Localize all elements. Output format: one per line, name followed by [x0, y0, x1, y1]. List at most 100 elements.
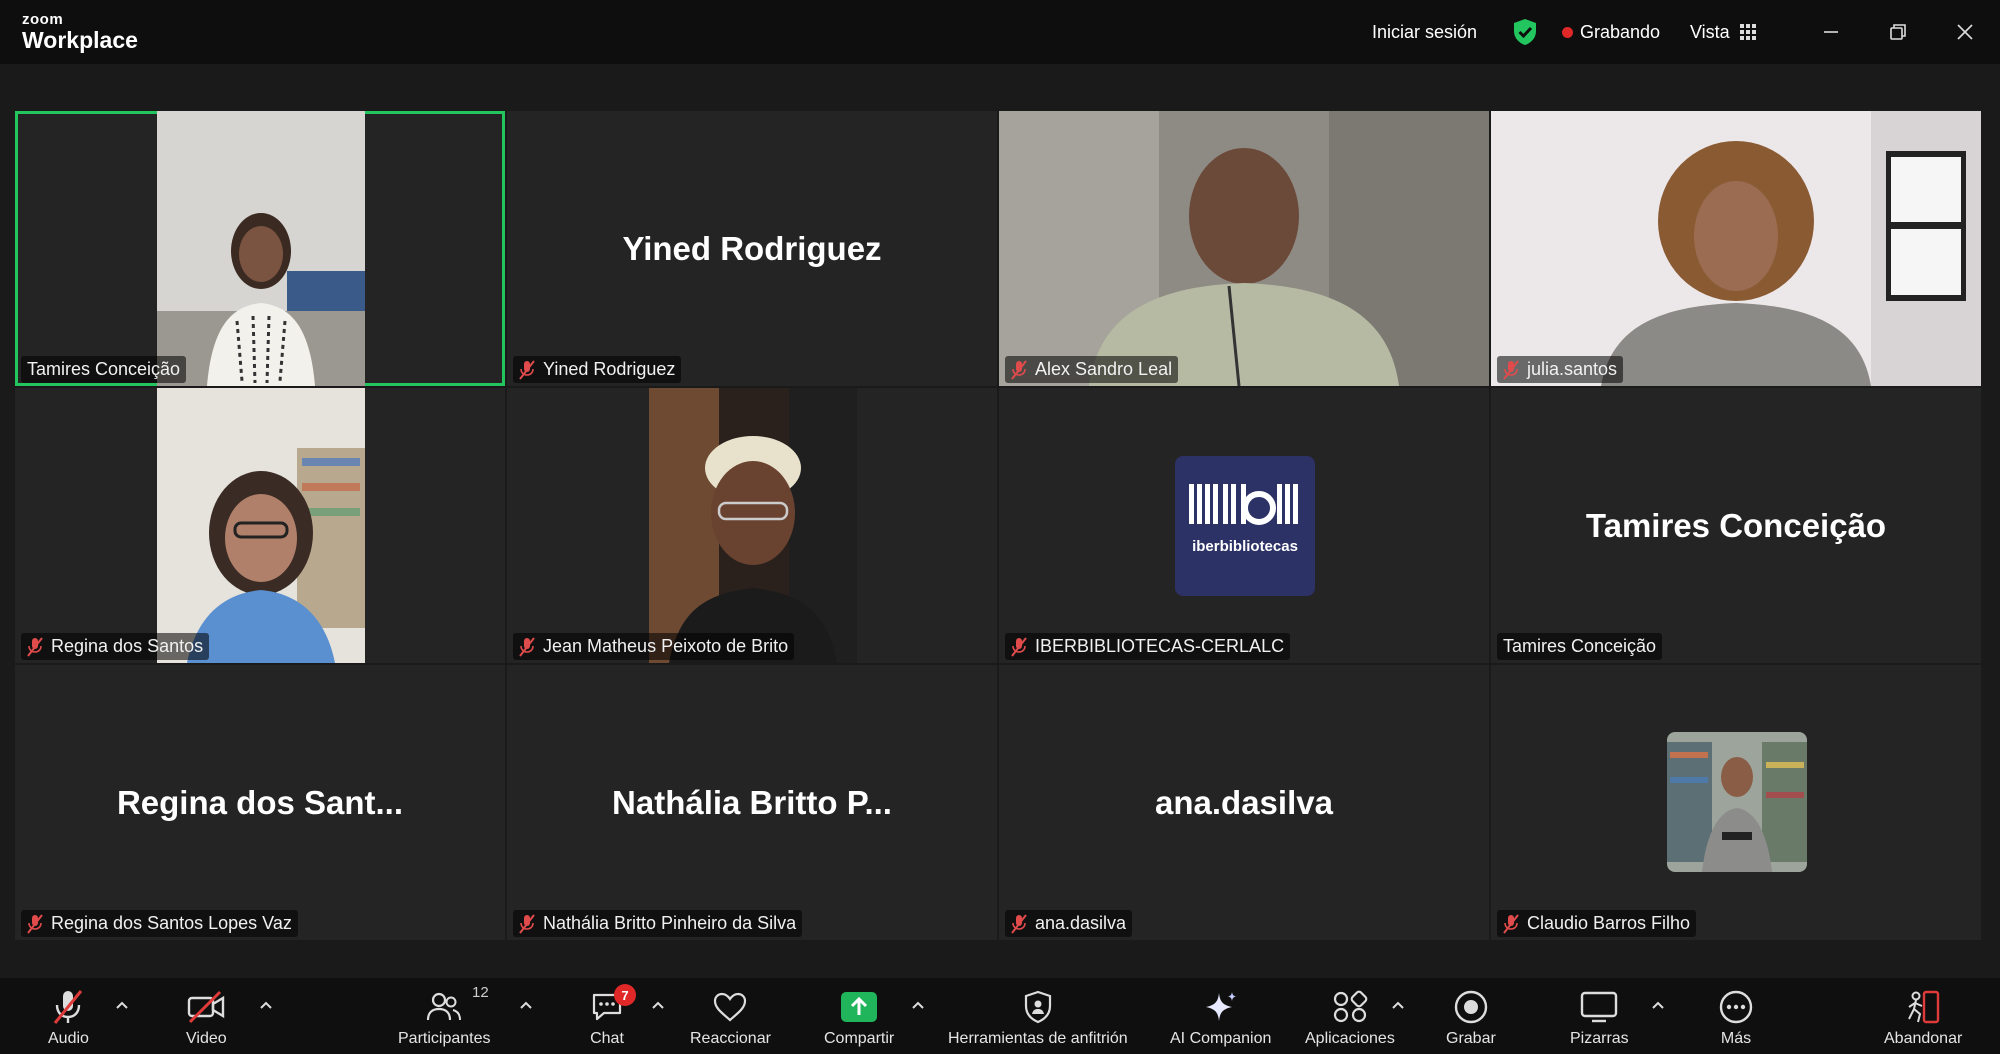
participant-video [649, 388, 857, 663]
video-tile[interactable]: Yined Rodriguez Yined Rodriguez [507, 111, 997, 386]
participant-name-tag: Tamires Conceição [1497, 633, 1663, 660]
participant-video [157, 388, 365, 663]
participant-name-tag: Alex Sandro Leal [1005, 356, 1179, 383]
participant-name-tag: IBERBIBLIOTECAS-CERLALC [1005, 633, 1291, 660]
encryption-shield-icon[interactable] [1512, 0, 1538, 64]
participant-name: Alex Sandro Leal [1035, 359, 1173, 379]
video-button[interactable]: Video [186, 988, 227, 1048]
participants-options-chevron-icon[interactable] [518, 998, 534, 1014]
react-button[interactable]: Reaccionar [690, 988, 771, 1048]
video-tile[interactable]: Tamires Conceição [15, 111, 505, 386]
record-button[interactable]: Grabar [1446, 988, 1496, 1048]
more-label: Más [1720, 1030, 1752, 1047]
leave-icon [1908, 990, 1940, 1024]
view-button[interactable]: Vista [1690, 0, 1756, 64]
participant-name: Tamires Conceição [1503, 636, 1657, 656]
video-tile[interactable]: Regina dos Santos [15, 388, 505, 663]
participant-name-tag: Tamires Conceição [21, 356, 187, 383]
whiteboards-button[interactable]: Pizarras [1570, 988, 1629, 1048]
muted-mic-icon [1503, 359, 1519, 380]
muted-mic-icon [27, 636, 43, 657]
audio-button[interactable]: Audio [48, 988, 89, 1048]
share-button[interactable]: Compartir [824, 988, 894, 1048]
leave-button[interactable]: Abandonar [1884, 988, 1962, 1048]
sign-in-link[interactable]: Iniciar sesión [1372, 0, 1477, 64]
recording-indicator[interactable]: Grabando [1562, 0, 1660, 64]
audio-label: Audio [48, 1030, 89, 1047]
participants-label: Participantes [398, 1030, 491, 1047]
audio-options-chevron-icon[interactable] [114, 998, 130, 1014]
whiteboards-label: Pizarras [1570, 1030, 1629, 1047]
muted-mic-icon [519, 359, 535, 380]
meeting-toolbar: Audio Video Participantes 12 7 Chat Reac… [0, 978, 2000, 1054]
zoom-logo: zoom Workplace [22, 12, 138, 52]
participant-name: Nathália Britto Pinheiro da Silva [543, 913, 797, 933]
participant-name: Claudio Barros Filho [1527, 913, 1691, 933]
participant-display-name: Yined Rodriguez [622, 229, 882, 267]
participant-name-tag: Jean Matheus Peixoto de Brito [513, 633, 795, 660]
participant-name-tag: ana.dasilva [1005, 910, 1133, 937]
recording-dot-icon [1562, 26, 1573, 38]
participant-name-tag: Regina dos Santos [21, 633, 210, 660]
participants-icon [427, 992, 462, 1021]
video-tile[interactable]: Alex Sandro Leal [999, 111, 1489, 386]
muted-mic-icon [519, 636, 535, 657]
apps-label: Aplicaciones [1305, 1030, 1395, 1047]
whiteboard-icon [1581, 991, 1618, 1023]
participants-count: 12 [472, 984, 489, 1001]
record-label: Grabar [1446, 1030, 1496, 1047]
host-tools-shield-icon [1024, 990, 1051, 1024]
share-options-chevron-icon[interactable] [910, 998, 926, 1014]
apps-icon [1333, 990, 1368, 1023]
muted-mic-icon [1011, 359, 1027, 380]
participant-video [999, 111, 1489, 386]
logo-text: iberbibliotecas [1192, 538, 1298, 555]
participant-name: Jean Matheus Peixoto de Brito [543, 636, 789, 656]
apps-button[interactable]: Aplicaciones [1305, 988, 1395, 1048]
apps-options-chevron-icon[interactable] [1390, 998, 1406, 1014]
participant-name-tag: Regina dos Santos Lopes Vaz [21, 910, 298, 937]
participant-display-name: Nathália Britto P... [612, 783, 892, 821]
muted-mic-icon [1503, 913, 1519, 934]
video-label: Video [186, 1030, 227, 1047]
react-label: Reaccionar [690, 1030, 771, 1047]
participant-name: Tamires Conceição [27, 359, 181, 379]
close-button[interactable] [1947, 14, 1983, 50]
minimize-button[interactable] [1813, 14, 1849, 50]
muted-mic-icon [519, 913, 535, 934]
title-bar: zoom Workplace Iniciar sesión Grabando V… [0, 0, 2000, 64]
participant-name-tag: Yined Rodriguez [513, 356, 682, 383]
share-screen-icon [841, 992, 878, 1022]
whiteboards-options-chevron-icon[interactable] [1650, 998, 1666, 1014]
video-tile[interactable]: ana.dasilva ana.dasilva [999, 665, 1489, 940]
video-off-icon [188, 990, 225, 1024]
video-tile[interactable]: Nathália Britto P... Nathália Britto Pin… [507, 665, 997, 940]
participant-name: ana.dasilva [1035, 913, 1127, 933]
participant-display-name: Regina dos Sant... [116, 783, 404, 821]
sparkle-icon [1205, 992, 1236, 1021]
video-tile[interactable]: Jean Matheus Peixoto de Brito [507, 388, 997, 663]
chat-button[interactable]: 7 Chat [590, 984, 636, 1048]
video-tile[interactable]: julia.santos [1491, 111, 1981, 386]
video-tile[interactable]: Tamires Conceição Tamires Conceição [1491, 388, 1981, 663]
participant-name-tag: Claudio Barros Filho [1497, 910, 1697, 937]
host-tools-button[interactable]: Herramientas de anfitrión [948, 988, 1128, 1048]
video-tile[interactable]: iberbibliotecas IBERBIBLIOTECAS-CERLALC [999, 388, 1489, 663]
view-label: Vista [1690, 21, 1730, 42]
ai-companion-button[interactable]: AI Companion [1170, 988, 1271, 1048]
iberbibliotecas-logo: iberbibliotecas [1175, 456, 1315, 596]
record-icon [1454, 990, 1488, 1024]
chat-label: Chat [590, 1030, 624, 1047]
muted-mic-icon [1011, 636, 1027, 657]
chat-options-chevron-icon[interactable] [650, 998, 666, 1014]
participant-display-name: ana.dasilva [1155, 783, 1333, 821]
participant-name-tag: Nathália Britto Pinheiro da Silva [513, 910, 803, 937]
participant-display-name: Tamires Conceição [1585, 506, 1887, 544]
participant-name: IBERBIBLIOTECAS-CERLALC [1035, 636, 1285, 656]
more-button[interactable]: Más [1718, 988, 1754, 1048]
logo-bottom: Workplace [22, 27, 138, 53]
restore-button[interactable] [1880, 14, 1916, 50]
video-tile[interactable]: Regina dos Sant... Regina dos Santos Lop… [15, 665, 505, 940]
video-options-chevron-icon[interactable] [258, 998, 274, 1014]
video-tile[interactable]: Claudio Barros Filho [1491, 665, 1981, 940]
